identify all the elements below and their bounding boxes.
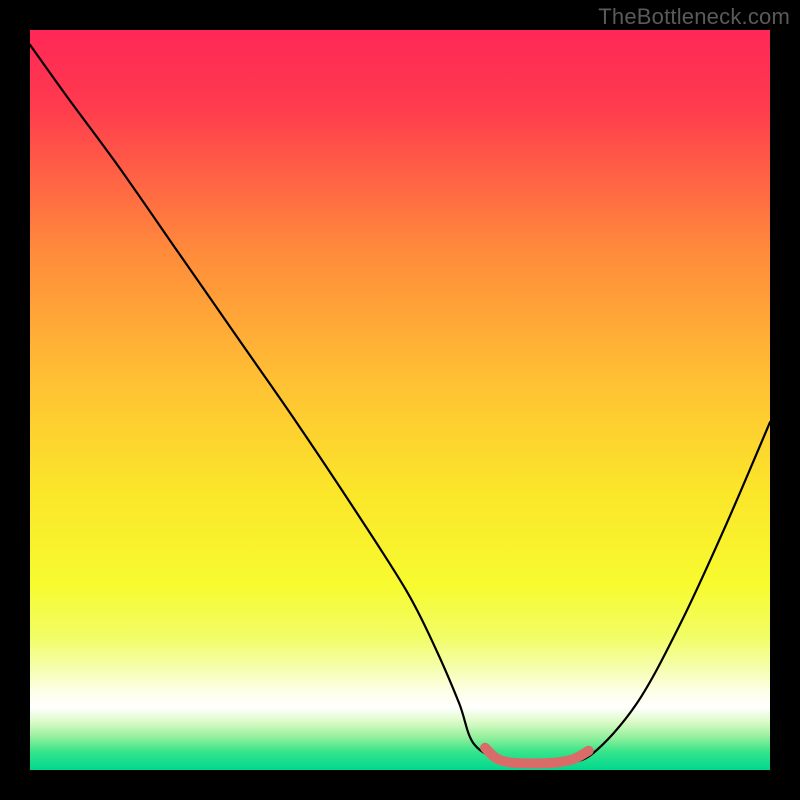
bottleneck-chart — [30, 30, 770, 770]
watermark-text: TheBottleneck.com — [598, 4, 790, 30]
gradient-background — [30, 30, 770, 770]
plot-area — [30, 30, 770, 770]
chart-frame: TheBottleneck.com — [0, 0, 800, 800]
